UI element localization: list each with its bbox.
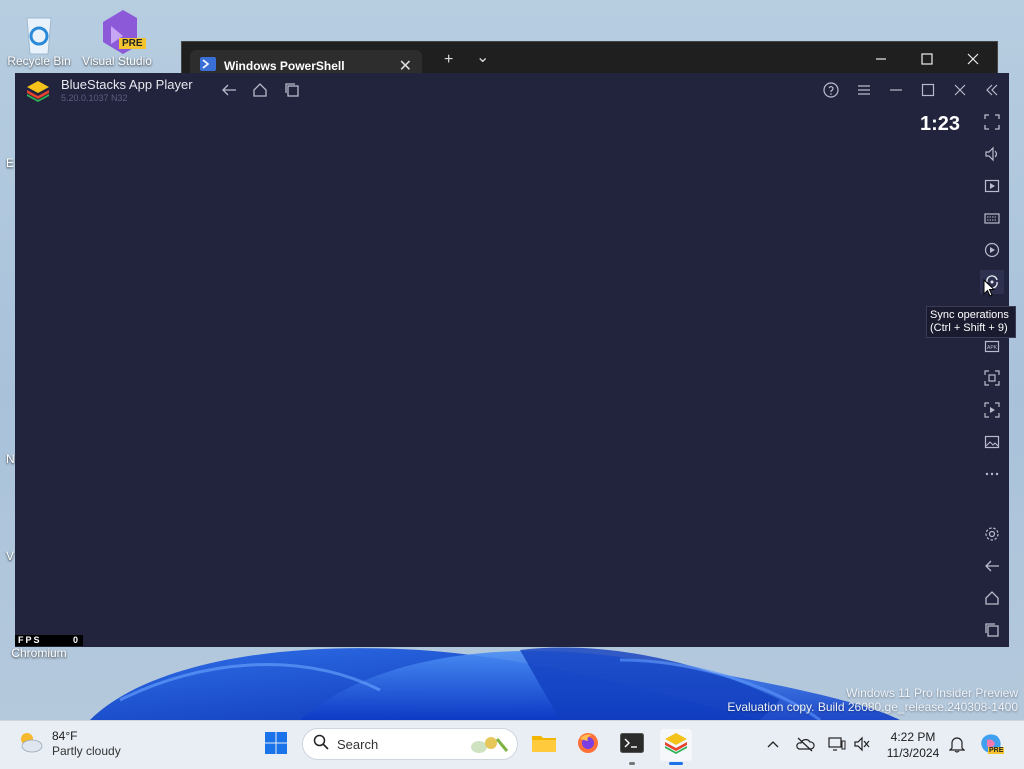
watermark-line1: Windows 11 Pro Insider Preview: [846, 686, 1018, 700]
copilot-preview-icon[interactable]: PRE: [978, 733, 1006, 755]
bluestacks-logo-icon: [25, 79, 51, 108]
desktop-icon-chromium[interactable]: Chromium: [4, 646, 74, 660]
running-indicator: [629, 762, 635, 765]
media-manager-icon[interactable]: [980, 174, 1004, 198]
settings-icon[interactable]: [980, 522, 1004, 546]
recycle-bin-icon: [19, 8, 59, 55]
sync-operations-tooltip: Sync operations (Ctrl + Shift + 9): [926, 306, 1016, 338]
powershell-tab-title: Windows PowerShell: [224, 59, 345, 73]
gallery-icon[interactable]: [980, 430, 1004, 454]
back-icon[interactable]: [217, 78, 241, 102]
clock-time: 4:22 PM: [890, 730, 936, 744]
tooltip-line1: Sync operations: [930, 309, 1009, 321]
mouse-cursor-icon: [983, 278, 996, 302]
fps-label: FPS: [18, 635, 42, 645]
weather-condition: Partly cloudy: [52, 744, 121, 758]
active-indicator: [669, 762, 683, 765]
svg-text:APK: APK: [987, 345, 998, 351]
close-icon[interactable]: [966, 52, 980, 70]
macro-icon[interactable]: [980, 238, 1004, 262]
more-icon[interactable]: [980, 462, 1004, 486]
back-icon[interactable]: [980, 554, 1004, 578]
taskbar: 84°F Partly cloudy Search 4:22 PM 11/3/2…: [0, 720, 1024, 769]
minimize-icon[interactable]: [884, 78, 908, 102]
clock-date: 11/3/2024: [886, 746, 940, 760]
taskbar-search[interactable]: Search: [302, 728, 518, 760]
taskbar-file-explorer[interactable]: [528, 729, 560, 761]
android-clock: 1:23: [920, 113, 961, 135]
taskbar-clock[interactable]: 4:22 PM 11/3/2024: [882, 729, 944, 761]
start-button[interactable]: [260, 729, 292, 761]
close-icon[interactable]: [948, 78, 972, 102]
recents-icon[interactable]: [980, 618, 1004, 642]
maximize-icon[interactable]: [920, 52, 934, 70]
watermark-line2: Evaluation copy. Build 26080.ge_release.…: [727, 700, 1018, 714]
keyboard-icon[interactable]: [980, 206, 1004, 230]
folder-icon: [531, 732, 557, 759]
minimize-icon[interactable]: [874, 52, 888, 70]
windows-watermark: Windows 11 Pro Insider Preview Evaluatio…: [727, 686, 1018, 714]
fps-value: 0: [72, 635, 80, 645]
windows-logo-icon: [264, 731, 288, 760]
new-tab-button[interactable]: +: [444, 52, 453, 68]
fps-counter: FPS 0: [15, 635, 83, 646]
maximize-icon[interactable]: [916, 78, 940, 102]
search-highlight-icon: [467, 733, 511, 762]
search-icon: [313, 734, 329, 755]
visual-studio-icon: PRE: [97, 8, 146, 54]
taskbar-terminal[interactable]: [616, 729, 648, 765]
volume-icon[interactable]: [980, 142, 1004, 166]
desktop-icon-label: Recycle Bin: [7, 54, 71, 68]
firefox-icon: [576, 731, 600, 760]
weather-widget[interactable]: 84°F Partly cloudy: [16, 729, 121, 759]
tray-preview-badge: PRE: [988, 747, 1005, 754]
fullscreen-icon[interactable]: [980, 110, 1004, 134]
window-title: BlueStacks App Player: [61, 77, 193, 92]
desktop-edge-letter: E: [6, 156, 15, 170]
terminal-icon: [620, 732, 644, 758]
screenshot-icon[interactable]: [980, 366, 1004, 390]
weather-temp: 84°F: [52, 729, 78, 743]
onedrive-offline-icon[interactable]: [794, 733, 816, 755]
tab-dropdown-button[interactable]: ⌄: [476, 50, 489, 66]
network-icon[interactable]: [826, 733, 848, 755]
desktop-icon-visual-studio[interactable]: PRE Visual Studio: [82, 8, 152, 68]
collapse-sidebar-icon[interactable]: [980, 78, 1004, 102]
screen-record-icon[interactable]: [980, 398, 1004, 422]
taskbar-bluestacks[interactable]: [660, 729, 692, 765]
desktop-edge-letter: V: [6, 549, 15, 563]
volume-muted-icon[interactable]: [851, 733, 873, 755]
desktop-icon-recycle-bin[interactable]: Recycle Bin: [4, 8, 74, 68]
version-label: 5.20.0.1037 N32: [61, 93, 128, 103]
home-icon[interactable]: [248, 78, 272, 102]
show-hidden-icons-chevron-icon[interactable]: [762, 733, 784, 755]
desktop-icon-label: Chromium: [11, 646, 67, 660]
desktop-edge-letter: N: [6, 452, 15, 466]
tooltip-line2: (Ctrl + Shift + 9): [930, 322, 1008, 334]
bluestacks-window[interactable]: BlueStacks App Player 5.20.0.1037 N32 1:…: [15, 73, 1009, 647]
notifications-bell-icon[interactable]: [946, 733, 968, 755]
help-icon[interactable]: [819, 78, 843, 102]
menu-icon[interactable]: [852, 78, 876, 102]
bluestacks-icon: [663, 731, 689, 760]
partly-cloudy-icon: [16, 730, 44, 759]
desktop-icon-label: Visual Studio: [82, 54, 152, 68]
recents-icon[interactable]: [280, 78, 304, 102]
search-placeholder: Search: [337, 736, 379, 752]
home-icon[interactable]: [980, 586, 1004, 610]
taskbar-firefox[interactable]: [572, 729, 604, 761]
preview-badge: PRE: [119, 38, 146, 49]
